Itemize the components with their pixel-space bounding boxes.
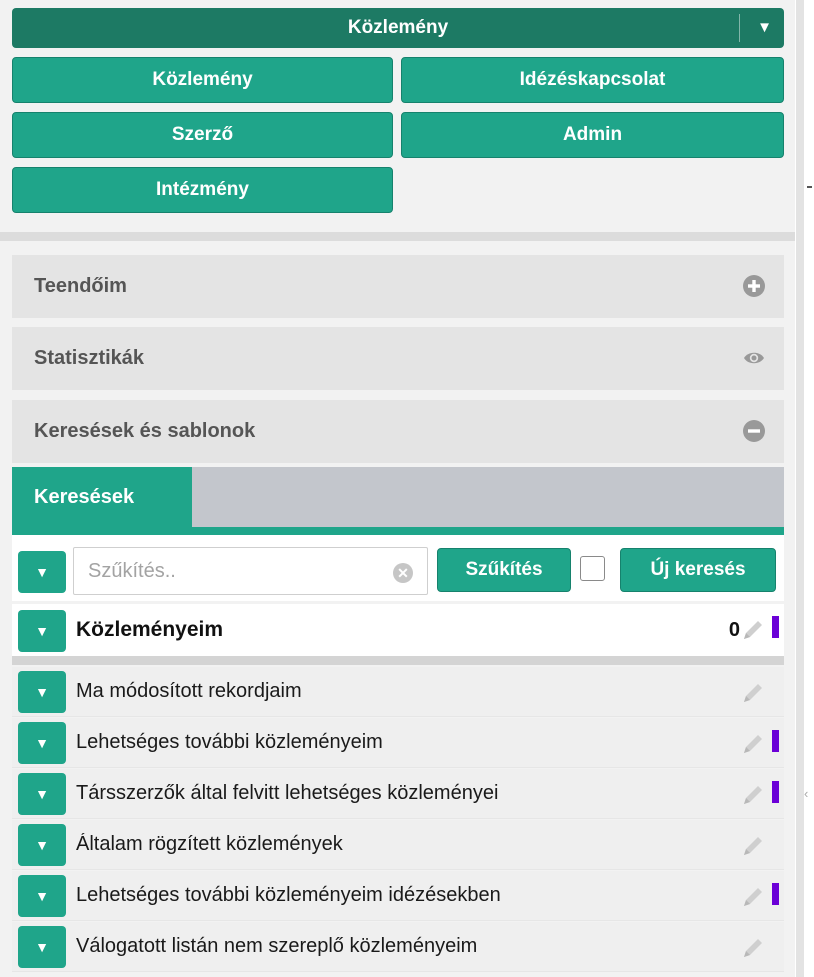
list-header-divider <box>12 656 784 665</box>
scrollbar[interactable] <box>796 0 804 977</box>
list-item-dropdown[interactable]: ▼ <box>18 875 66 917</box>
list-item[interactable]: ▼ Általam rögzített közlemények <box>12 820 784 870</box>
marker-flag <box>772 781 779 803</box>
minus-circle-icon[interactable] <box>743 420 765 442</box>
list-item-label: Általam rögzített közlemények <box>76 833 343 855</box>
list-item-dropdown[interactable]: ▼ <box>18 722 66 764</box>
collapse-arrow-icon[interactable]: ‹ <box>804 786 808 801</box>
pencil-icon[interactable] <box>740 617 766 643</box>
menu-button-idezeskapcsolat[interactable]: Idézéskapcsolat <box>401 57 784 103</box>
list-item-label: Lehetséges további közleményeim idézések… <box>76 884 501 906</box>
list-item-label: Válogatott listán nem szereplő közlemény… <box>76 935 478 957</box>
eye-icon[interactable] <box>743 347 765 369</box>
tab-underline <box>12 527 784 535</box>
search-input[interactable] <box>73 547 428 595</box>
list-header-label: Közleményeim <box>76 618 224 641</box>
caret-down-icon: ▼ <box>35 623 49 639</box>
list-item-dropdown[interactable]: ▼ <box>18 926 66 968</box>
list-item[interactable]: ▼ Lehetséges további közleményeim <box>12 718 784 768</box>
caret-down-icon: ▼ <box>35 684 49 700</box>
list-item-dropdown[interactable]: ▼ <box>18 824 66 866</box>
list-item-dropdown[interactable]: ▼ <box>18 671 66 713</box>
pencil-icon[interactable] <box>740 833 766 859</box>
plus-circle-icon[interactable] <box>743 275 765 297</box>
list-item-label: Ma módosított rekordjaim <box>76 680 302 702</box>
caret-down-icon: ▼ <box>35 939 49 955</box>
filter-checkbox[interactable] <box>580 556 605 581</box>
marker-flag <box>772 616 779 638</box>
pencil-icon[interactable] <box>740 680 766 706</box>
list-item[interactable]: ▼ Válogatott listán nem szereplő közlemén… <box>12 922 784 972</box>
tab-keresesek[interactable]: Keresések <box>12 467 192 527</box>
list-header-dropdown[interactable]: ▼ <box>18 610 66 652</box>
list-item-dropdown[interactable]: ▼ <box>18 773 66 815</box>
list-header-kozlemenyeim[interactable]: ▼ Közleményeim 0 <box>12 604 784 656</box>
caret-down-icon[interactable]: ▼ <box>757 19 772 36</box>
accordion-label: Statisztikák <box>34 347 145 369</box>
list-item[interactable]: ▼ Lehetséges további közleményeim idézése… <box>12 871 784 921</box>
clear-icon[interactable]: ✕ <box>393 563 413 583</box>
menu-button-intezmeny[interactable]: Intézmény <box>12 167 393 213</box>
menu-button-szerzo[interactable]: Szerző <box>12 112 393 158</box>
list-item[interactable]: ▼ Társszerzők által felvitt lehetséges kö… <box>12 769 784 819</box>
accordion-label: Teendőim <box>34 275 127 297</box>
caret-down-icon: ▼ <box>35 888 49 904</box>
caret-down-icon: ▼ <box>35 786 49 802</box>
list-item[interactable]: ▼ Ma módosított rekordjaim <box>12 667 784 717</box>
module-menu: Közlemény ▼ Közlemény Idézéskapcsolat Sz… <box>0 0 795 232</box>
list-header-count: 0 <box>728 619 740 641</box>
accordion-statisztikak[interactable]: Statisztikák <box>12 327 784 390</box>
accordion-label: Keresések és sablonok <box>34 420 256 442</box>
list-item-label: Társszerzők által felvitt lehetséges köz… <box>76 782 499 804</box>
marker-flag <box>772 730 779 752</box>
tab-bar: Keresések <box>12 467 784 527</box>
pencil-icon[interactable] <box>740 884 766 910</box>
section-divider <box>0 232 795 241</box>
module-dropdown-button[interactable]: Közlemény ▼ <box>12 8 784 48</box>
menu-button-kozlemeny[interactable]: Közlemény <box>12 57 393 103</box>
search-dropdown-button[interactable]: ▼ <box>18 551 66 593</box>
accordion-keresesek-es-sablonok[interactable]: Keresések és sablonok <box>12 400 784 463</box>
side-panel: Közlemény ▼ Közlemény Idézéskapcsolat Sz… <box>0 0 795 977</box>
new-search-button[interactable]: Új keresés <box>620 548 776 592</box>
module-dropdown-label: Közlemény <box>347 17 449 38</box>
caret-down-icon: ▼ <box>35 837 49 853</box>
pencil-icon[interactable] <box>740 935 766 961</box>
pencil-icon[interactable] <box>740 782 766 808</box>
scroll-strip: ‹ <box>795 0 814 977</box>
accordion-teendoim[interactable]: Teendőim <box>12 255 784 318</box>
caret-down-icon: ▼ <box>35 735 49 751</box>
list-item-label: Lehetséges további közleményeim <box>76 731 383 753</box>
filter-button[interactable]: Szűkítés <box>437 548 571 592</box>
menu-button-admin[interactable]: Admin <box>401 112 784 158</box>
marker-flag <box>772 883 779 905</box>
pencil-icon[interactable] <box>740 731 766 757</box>
caret-down-icon: ▼ <box>35 564 49 580</box>
